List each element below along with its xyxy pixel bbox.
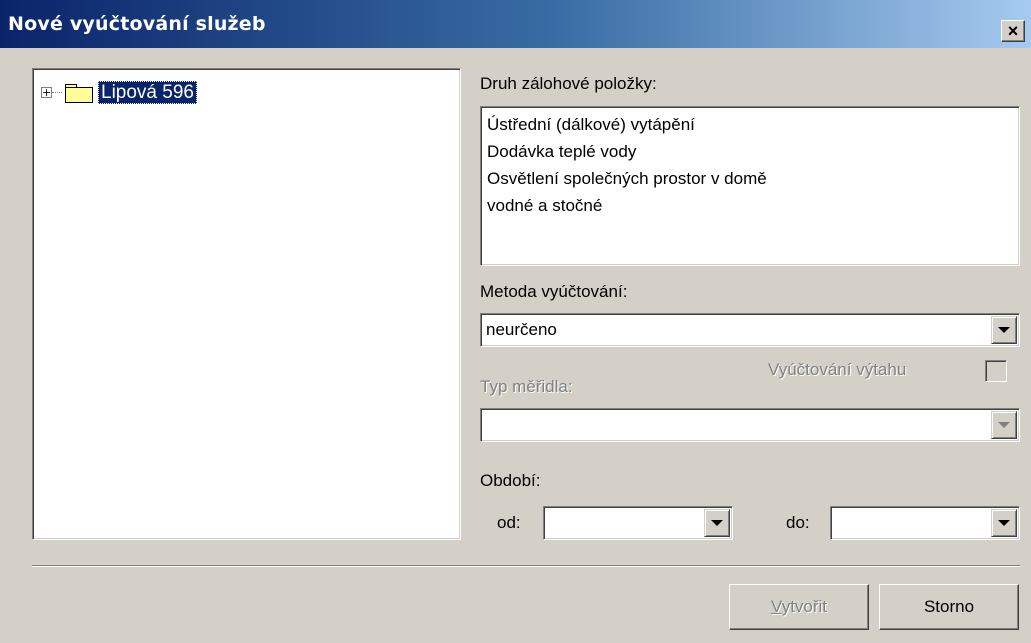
close-button[interactable]: × [1001, 20, 1025, 42]
cancel-label: Storno [923, 597, 975, 616]
tree-connector [52, 92, 62, 93]
chevron-down-icon [998, 520, 1010, 526]
dropdown-button[interactable] [704, 509, 730, 537]
building-tree[interactable]: + Lipová 596 [32, 68, 461, 540]
expand-icon[interactable]: + [41, 87, 52, 98]
period-label: Období: [480, 471, 541, 490]
list-item[interactable]: Ústřední (dálkové) vytápění [487, 111, 1013, 138]
chevron-down-icon [998, 327, 1010, 333]
create-button[interactable]: Vytvořit [729, 584, 869, 630]
title-bar: Nové vyúčtování služeb × [0, 0, 1031, 48]
list-item[interactable]: Osvětlení společných prostor v domě [487, 165, 1013, 192]
list-item[interactable]: Dodávka teplé vody [487, 138, 1013, 165]
item-type-list[interactable]: Ústřední (dálkové) vytápění Dodávka tepl… [480, 106, 1020, 266]
item-type-label: Druh zálohové položky: [480, 74, 657, 93]
meter-type-label: Typ měřidla: [480, 377, 573, 396]
cancel-button[interactable]: Storno [879, 584, 1019, 630]
period-to-select[interactable] [830, 506, 1020, 540]
window-title: Nové vyúčtování služeb [8, 13, 266, 35]
dropdown-button[interactable] [991, 509, 1017, 537]
dropdown-button[interactable] [991, 316, 1017, 344]
period-from-label: od: [497, 513, 521, 532]
method-label: Metoda vyúčtování: [480, 282, 628, 301]
create-accelerator: V [770, 597, 782, 616]
period-to-label: do: [786, 513, 810, 532]
method-value: neurčeno [486, 320, 557, 339]
elevator-label: Vyúčtování výtahu [768, 360, 907, 379]
list-item[interactable]: vodné a stočné [487, 192, 1013, 219]
tree-node-root[interactable]: + Lipová 596 [41, 81, 197, 104]
tree-node-label[interactable]: Lipová 596 [98, 81, 197, 104]
chevron-down-icon [711, 520, 723, 526]
meter-type-select[interactable] [480, 408, 1020, 442]
method-select[interactable]: neurčeno [480, 313, 1020, 347]
folder-icon [64, 82, 94, 104]
period-from-select[interactable] [543, 506, 733, 540]
chevron-down-icon [998, 422, 1010, 428]
dropdown-button[interactable] [991, 411, 1017, 439]
elevator-checkbox[interactable] [985, 360, 1007, 382]
meter-type-value [481, 409, 1019, 441]
divider [32, 565, 1020, 567]
close-icon: × [1007, 21, 1019, 41]
create-label: ytvořit [781, 597, 828, 616]
